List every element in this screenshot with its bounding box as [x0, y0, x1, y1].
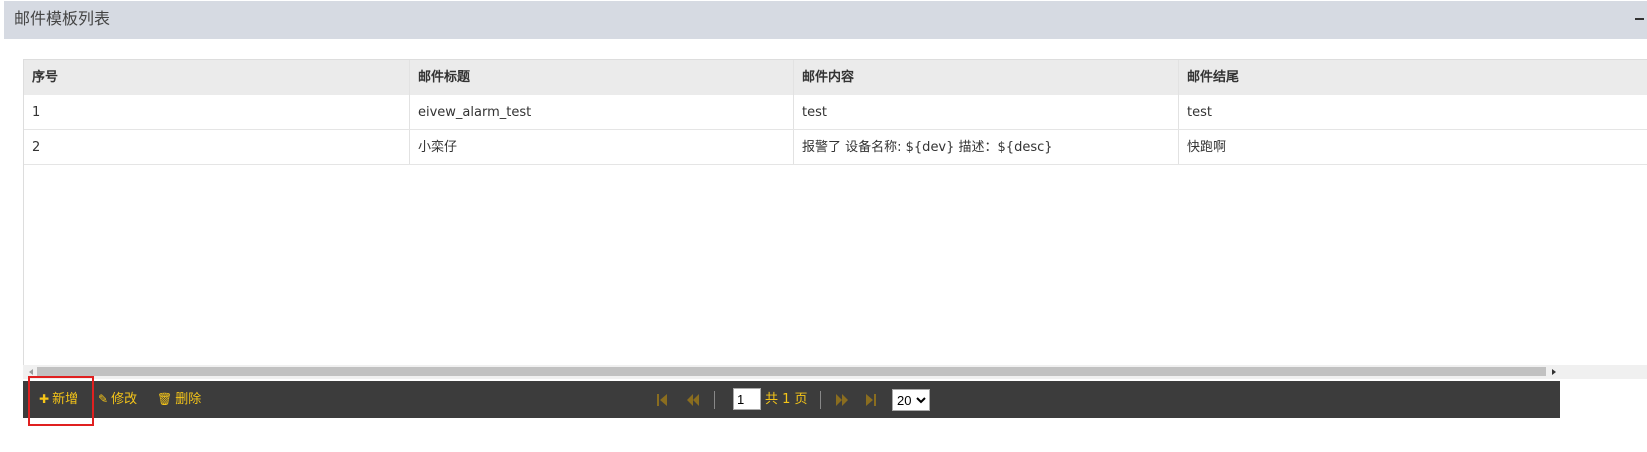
cell-title: 小栾仔 [409, 130, 793, 164]
add-button-label: 新增 [52, 392, 79, 407]
scrollbar-thumb[interactable] [37, 367, 1546, 376]
panel-title: 邮件模板列表 [14, 9, 111, 28]
table-row[interactable]: 2 小栾仔 报警了 设备名称: ${dev} 描述：${desc} 快跑啊 [24, 130, 1647, 165]
email-template-grid: 序号 邮件标题 邮件内容 邮件结尾 1 eivew_alarm_test tes… [23, 59, 1647, 379]
column-header-content[interactable]: 邮件内容 [793, 60, 1178, 95]
cell-content: test [793, 95, 1178, 129]
table-row[interactable]: 1 eivew_alarm_test test test [24, 95, 1647, 130]
cell-content: 报警了 设备名称: ${dev} 描述：${desc} [793, 130, 1178, 164]
column-header-ending[interactable]: 邮件结尾 [1178, 60, 1647, 95]
edit-button-label: 修改 [111, 392, 138, 407]
last-page-icon[interactable] [866, 394, 878, 406]
grid-header: 序号 邮件标题 邮件内容 邮件结尾 [24, 60, 1647, 95]
page-total-text: 共 1 页 [765, 392, 808, 407]
grid-toolbar: ✚新增 ✎修改 🗑删除 共 1 页 20 [23, 381, 1560, 418]
panel-header: 邮件模板列表 [4, 1, 1647, 39]
add-button[interactable]: ✚ 新增 [39, 381, 78, 418]
minus-icon[interactable] [1633, 9, 1647, 27]
page-size-select[interactable]: 20 [892, 389, 930, 411]
page-number-input[interactable] [733, 388, 761, 410]
pager-separator [820, 391, 821, 409]
column-header-index[interactable]: 序号 [24, 60, 409, 95]
trash-icon: 🗑 [157, 392, 173, 406]
delete-button[interactable]: 🗑 删除 [157, 381, 201, 418]
pager-separator [714, 391, 715, 409]
horizontal-scrollbar[interactable] [23, 365, 1647, 379]
cell-ending: 快跑啊 [1178, 130, 1647, 164]
cell-index: 2 [32, 140, 41, 155]
first-page-icon[interactable] [657, 394, 669, 406]
scroll-right-arrow-icon[interactable] [1548, 365, 1560, 379]
plus-icon: ✚ [39, 392, 50, 406]
next-page-icon[interactable] [836, 394, 848, 406]
edit-button[interactable]: ✎ 修改 [98, 381, 137, 418]
cell-index: 1 [32, 105, 41, 120]
cell-title: eivew_alarm_test [409, 95, 793, 129]
cell-ending: test [1178, 95, 1647, 129]
delete-button-label: 删除 [175, 392, 202, 407]
pencil-icon: ✎ [98, 392, 109, 406]
prev-page-icon[interactable] [687, 394, 699, 406]
column-header-title[interactable]: 邮件标题 [409, 60, 793, 95]
scroll-left-arrow-icon[interactable] [25, 365, 37, 379]
